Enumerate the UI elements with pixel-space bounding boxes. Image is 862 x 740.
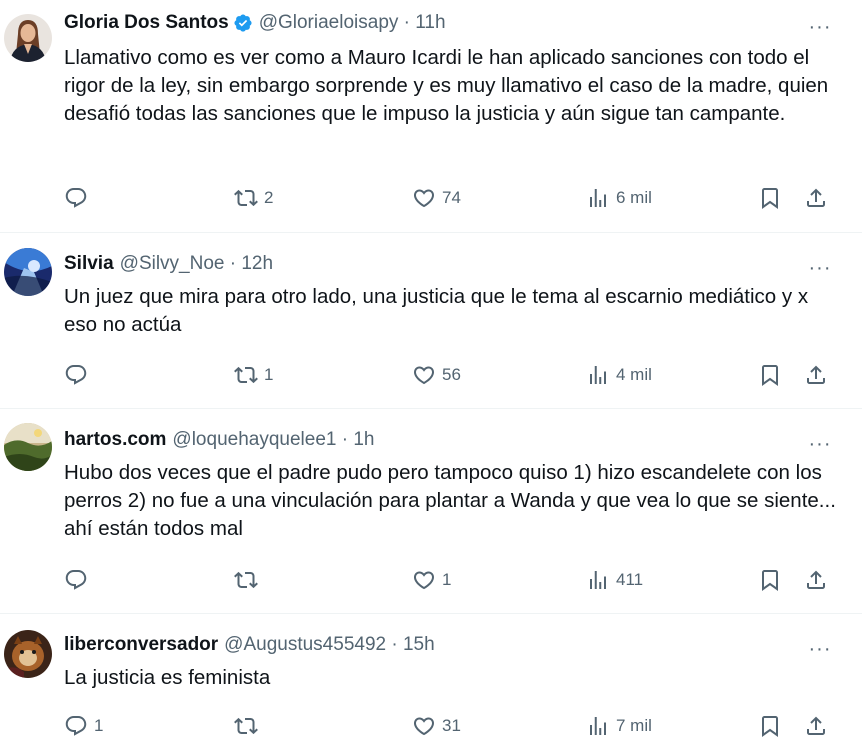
views-icon: [590, 717, 606, 735]
bookmark-icon: [762, 570, 778, 591]
author-name[interactable]: liberconversador: [64, 634, 218, 656]
more-icon[interactable]: ···: [808, 17, 832, 42]
reply-button[interactable]: 1: [64, 714, 103, 738]
tweet-header: liberconversador @Augustus455492 · 15h: [64, 632, 435, 658]
bookmark-button[interactable]: [758, 186, 782, 210]
bookmark-button[interactable]: [758, 568, 782, 592]
retweet-button[interactable]: 1: [234, 363, 273, 387]
heart-icon: [413, 366, 435, 385]
views-count: 7 mil: [616, 716, 652, 735]
handle-time: @loquehayquelee1 · 1h: [172, 429, 375, 450]
reply-button[interactable]: [64, 186, 94, 210]
retweet-icon: [234, 366, 258, 384]
tweet-actions: 1 31 7 mil: [62, 714, 842, 738]
handle-time: @Augustus455492 · 15h: [224, 634, 435, 655]
more-icon[interactable]: ···: [808, 434, 832, 459]
bookmark-button[interactable]: [758, 363, 782, 387]
verified-badge-icon: [233, 13, 253, 33]
like-button[interactable]: 56: [412, 363, 461, 387]
retweet-button[interactable]: [234, 714, 264, 738]
avatar[interactable]: [4, 630, 52, 678]
like-count: 56: [442, 365, 461, 384]
tweet-text: La justicia es feminista: [64, 666, 271, 689]
heart-icon: [413, 189, 435, 208]
reply-icon: [65, 188, 87, 208]
tweet[interactable]: Silvia @Silvy_Noe · 12h ··· Un juez que …: [0, 233, 862, 408]
avatar[interactable]: [4, 423, 52, 471]
share-icon: [807, 570, 825, 589]
heart-icon: [413, 571, 435, 590]
tweet-actions: 1 56 4 mil: [62, 363, 842, 387]
share-icon: [807, 716, 825, 735]
like-button[interactable]: 74: [412, 186, 461, 210]
heart-icon: [413, 717, 435, 736]
share-button[interactable]: [804, 363, 828, 387]
more-icon[interactable]: ···: [808, 258, 832, 283]
like-button[interactable]: 1: [412, 568, 451, 592]
more-icon[interactable]: ···: [808, 639, 832, 664]
reply-icon: [65, 570, 87, 590]
tweet[interactable]: liberconversador @Augustus455492 · 15h ·…: [0, 614, 862, 740]
tweet-header: hartos.com @loquehayquelee1 · 1h: [64, 427, 374, 453]
views-button[interactable]: 411: [586, 568, 643, 592]
bookmark-icon: [762, 188, 778, 209]
retweet-icon: [234, 189, 258, 207]
views-button[interactable]: 4 mil: [586, 363, 652, 387]
retweet-icon: [234, 717, 258, 735]
retweet-button[interactable]: 2: [234, 186, 273, 210]
bookmark-icon: [762, 365, 778, 386]
like-count: 31: [442, 716, 461, 735]
views-count: 6 mil: [616, 188, 652, 207]
views-icon: [590, 366, 606, 384]
reply-button[interactable]: [64, 363, 94, 387]
author-name[interactable]: hartos.com: [64, 429, 166, 451]
handle-time: @Gloriaeloisapy · 11h: [258, 12, 446, 33]
share-button[interactable]: [804, 714, 828, 738]
reply-feed: Gloria Dos Santos @Gloriaeloisapy · 11h …: [0, 0, 862, 740]
tweet-actions: 2 74 6 mil: [62, 186, 842, 210]
bookmark-button[interactable]: [758, 714, 782, 738]
views-button[interactable]: 6 mil: [586, 186, 652, 210]
reply-button[interactable]: [64, 568, 94, 592]
retweet-count: 1: [264, 365, 274, 384]
reply-icon: [65, 365, 87, 385]
tweet[interactable]: Gloria Dos Santos @Gloriaeloisapy · 11h …: [0, 0, 862, 232]
share-icon: [807, 188, 825, 207]
handle-time: @Silvy_Noe · 12h: [119, 253, 274, 274]
tweet-text: Hubo dos veces que el padre pudo pero ta…: [64, 461, 836, 540]
tweet[interactable]: hartos.com @loquehayquelee1 · 1h ··· Hub…: [0, 409, 862, 613]
tweet-text: Un juez que mira para otro lado, una jus…: [64, 285, 809, 336]
like-count: 74: [442, 188, 461, 207]
like-count: 1: [442, 570, 452, 589]
retweet-icon: [234, 571, 258, 589]
share-button[interactable]: [804, 186, 828, 210]
share-icon: [807, 365, 825, 384]
like-button[interactable]: 31: [412, 714, 461, 738]
bookmark-icon: [762, 716, 778, 737]
retweet-button[interactable]: [234, 568, 264, 592]
tweet-actions: 1 411: [62, 568, 842, 592]
share-button[interactable]: [804, 568, 828, 592]
reply-count: 1: [94, 716, 104, 735]
views-count: 4 mil: [616, 365, 652, 384]
tweet-header: Silvia @Silvy_Noe · 12h: [64, 251, 273, 277]
author-name[interactable]: Silvia: [64, 253, 114, 275]
views-button[interactable]: 7 mil: [586, 714, 652, 738]
views-icon: [590, 189, 606, 207]
tweet-header: Gloria Dos Santos @Gloriaeloisapy · 11h: [64, 10, 446, 36]
avatar[interactable]: [4, 14, 52, 62]
views-count: 411: [616, 570, 644, 589]
author-name[interactable]: Gloria Dos Santos: [64, 12, 229, 34]
reply-icon: [65, 716, 87, 736]
retweet-count: 2: [264, 188, 274, 207]
views-icon: [590, 571, 606, 589]
avatar[interactable]: [4, 248, 52, 296]
tweet-text: Llamativo como es ver como a Mauro Icard…: [64, 46, 829, 125]
